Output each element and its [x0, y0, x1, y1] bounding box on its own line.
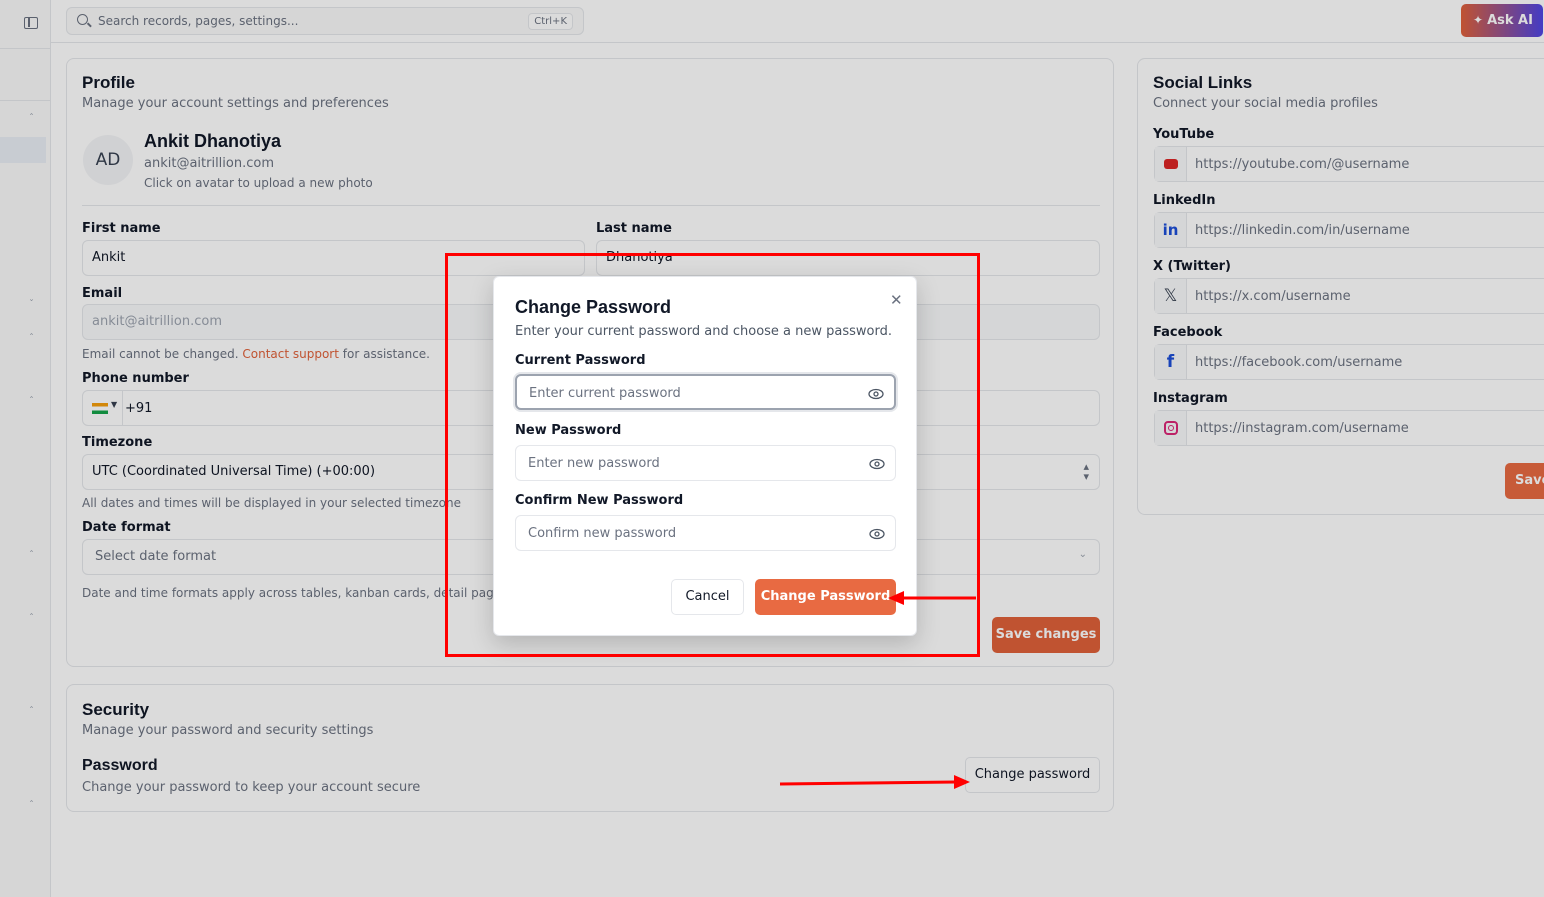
arrow-to-submit — [888, 591, 976, 605]
arrow-to-change-password — [779, 775, 970, 789]
annotation-arrows — [779, 591, 976, 789]
